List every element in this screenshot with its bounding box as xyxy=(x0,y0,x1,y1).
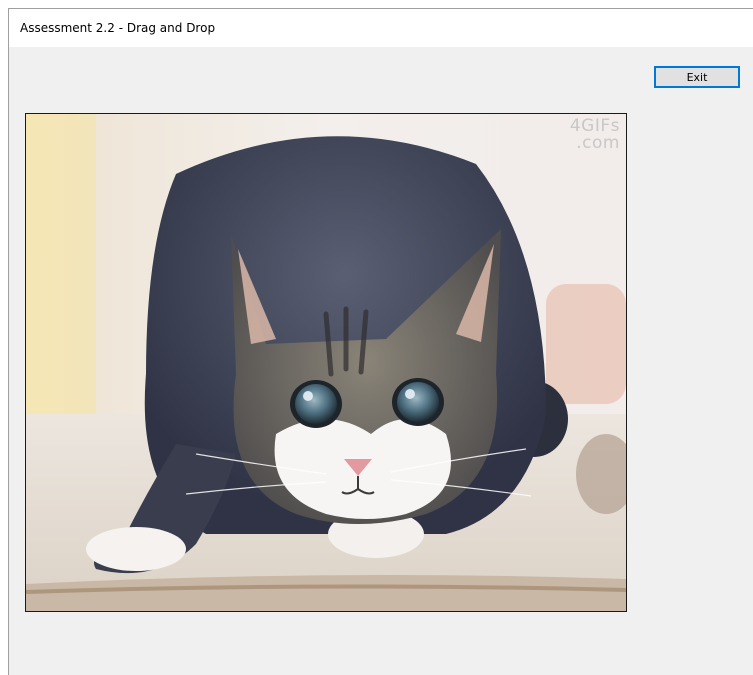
window-title: Assessment 2.2 - Drag and Drop xyxy=(20,21,216,35)
image-watermark: 4GIFs .com xyxy=(569,116,620,153)
app-window: Assessment 2.2 - Drag and Drop Exit 4GIF… xyxy=(8,8,753,675)
title-bar[interactable]: Assessment 2.2 - Drag and Drop xyxy=(9,9,753,47)
cat-picture-box[interactable]: 4GIFs .com xyxy=(25,113,627,612)
cat-image xyxy=(26,114,626,611)
exit-button[interactable]: Exit xyxy=(654,66,740,88)
